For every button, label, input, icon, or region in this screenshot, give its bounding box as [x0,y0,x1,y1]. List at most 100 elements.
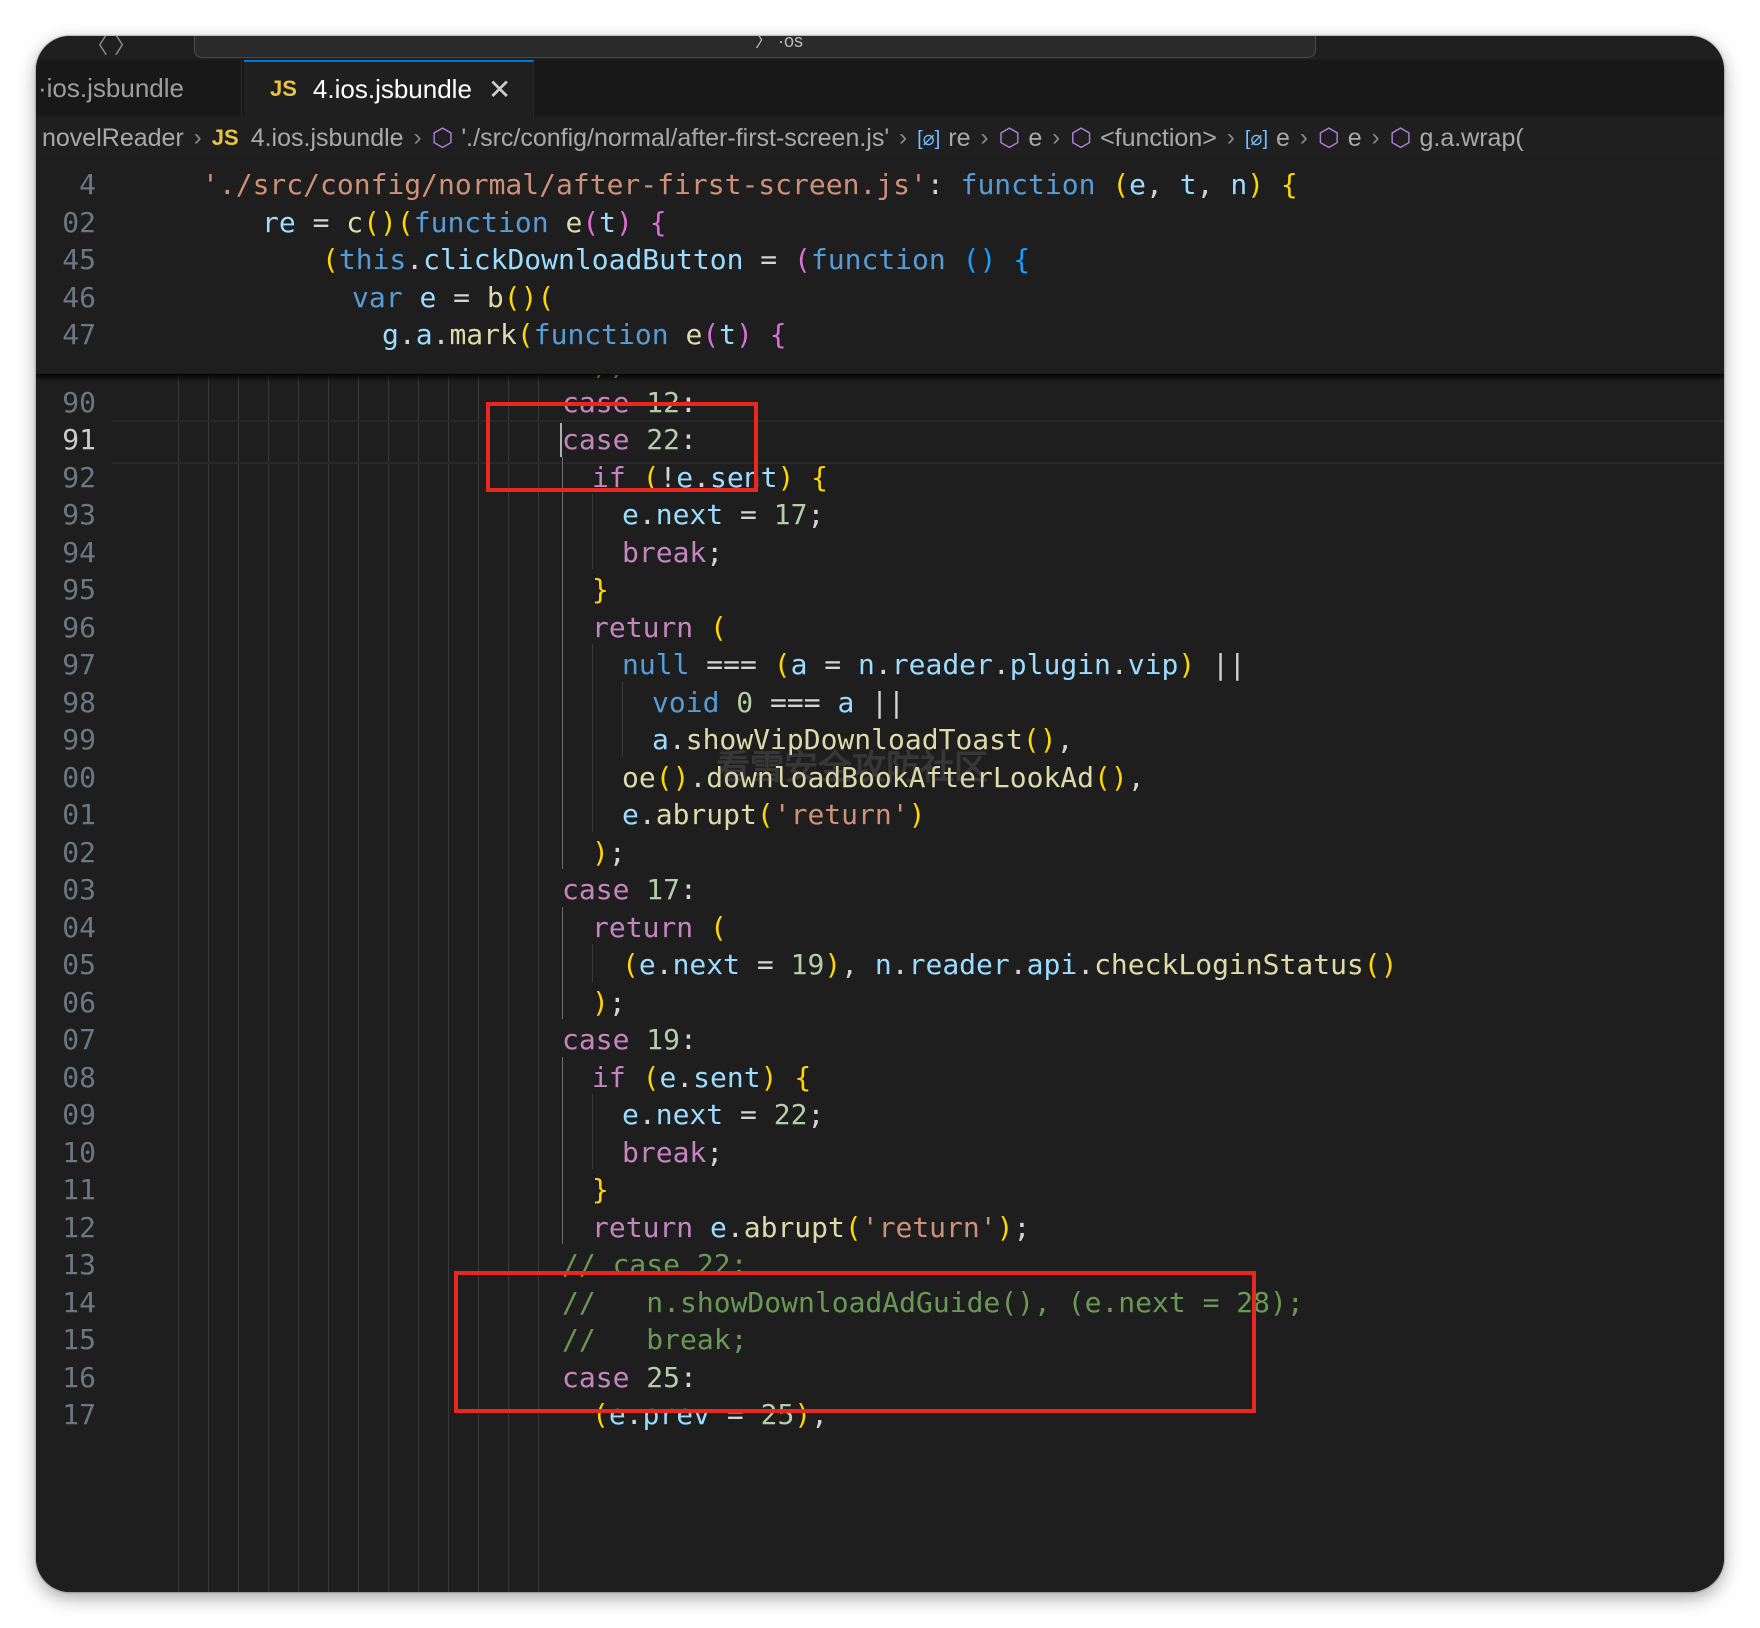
code-text: return e.abrupt('return'); [592,1210,1031,1244]
line-number: 03 [62,873,96,906]
chevron-right-icon: › [1299,124,1308,151]
js-file-icon: JS [211,125,239,150]
line-number: 10 [62,1135,96,1169]
close-icon[interactable]: ✕ [488,73,511,106]
sticky-line[interactable]: 46 var e = b()( [36,277,1724,319]
breadcrumb-item-symbol[interactable]: e [1028,124,1042,153]
code-text: } [592,1173,609,1206]
code-line[interactable]: 90 case 12: [36,382,1724,424]
code-text: } [592,573,609,606]
code-line[interactable]: 93 e.next = 17; [36,494,1724,536]
code-line[interactable]: 01 e.abrupt('return') [36,794,1724,836]
breadcrumb-item-variable[interactable]: re [948,124,970,153]
line-number: 11 [62,1173,96,1206]
code-text: var e = b()( [352,280,555,314]
code-line[interactable]: 94 break; [36,532,1724,574]
module-icon: ⬡ [1317,124,1340,152]
line-number: 15 [62,1323,96,1356]
code-line[interactable]: 95} [36,569,1724,611]
code-line[interactable]: 98 void 0 === a || [36,682,1724,724]
code-text: return ( [592,610,727,644]
code-text: if (e.sent) { [592,1060,812,1094]
line-number: 13 [62,1248,96,1281]
code-line[interactable]: 96 return ( [36,607,1724,649]
code-line[interactable]: 02); [36,832,1724,874]
watermark: 看雪安全攻防社区 [716,749,988,787]
sticky-scroll[interactable]: 4 './src/config/normal/after-first-screen… [36,160,1724,375]
module-icon: ⬡ [1070,124,1093,152]
highlight-box-case-22 [486,402,758,492]
block-indent-guide [562,906,563,1019]
breadcrumb-item-symbol[interactable]: e [1348,124,1362,153]
breadcrumb: novelReader › JS 4.ios.jsbundle › ⬡ './s… [36,116,1724,160]
line-number: 01 [62,798,96,831]
line-number: 04 [62,910,96,944]
line-number: 12 [62,1210,96,1244]
line-number: 17 [62,1398,96,1431]
module-icon: ⬡ [431,124,454,152]
line-number: 02 [62,205,96,239]
tab-bar: ·ios.jsbundle JS 4.ios.jsbundle ✕ [36,60,1724,117]
block-indent-guide [592,944,593,982]
sticky-line[interactable]: 4 './src/config/normal/after-first-screen… [36,164,1724,206]
tab-4-ios-jsbundle[interactable]: JS 4.ios.jsbundle ✕ [244,60,534,116]
line-number: 97 [62,648,96,681]
breadcrumb-item-module[interactable]: './src/config/normal/after-first-screen.… [461,124,889,153]
line-number: 05 [62,948,96,981]
code-line[interactable]: 91 case 22: [36,419,1724,461]
code-text: break; [622,1135,724,1169]
command-center-text: 〉 ·os [755,36,804,51]
line-number: 08 [62,1060,96,1094]
code-line[interactable]: 08 if (e.sent) { [36,1057,1724,1099]
code-line[interactable]: 12 return e.abrupt('return'); [36,1207,1724,1249]
block-indent-guide [592,494,593,569]
breadcrumb-item-symbol[interactable]: g.a.wrap( [1419,124,1523,153]
nav-arrows[interactable]: 〈 〉 [86,36,136,60]
line-number: 16 [62,1360,96,1394]
breadcrumb-item-function[interactable]: <function> [1100,124,1217,153]
code-line[interactable]: 11} [36,1169,1724,1211]
line-number: 93 [62,498,96,531]
line-number: 92 [62,460,96,494]
tab-label: 4.ios.jsbundle [312,73,472,104]
breadcrumb-item-file[interactable]: 4.ios.jsbundle [251,124,404,153]
code-line[interactable]: 03 case 17: [36,869,1724,911]
code-text: void 0 === a || [652,685,905,719]
sticky-line[interactable]: 47 g.a.mark(function e(t) { [36,314,1724,356]
line-number: 94 [62,535,96,569]
chevron-right-icon: › [1052,124,1061,151]
line-number: 14 [62,1285,96,1319]
breadcrumb-item-variable[interactable]: e [1276,124,1290,153]
code-line[interactable]: 92 if (!e.sent) { [36,457,1724,499]
breadcrumb-item-folder[interactable]: novelReader [42,124,184,153]
code-text: ); [592,835,626,869]
code-line[interactable]: 09 e.next = 22; [36,1094,1724,1136]
code-line[interactable]: 05 (e.next = 19), n.reader.api.checkLogin… [36,944,1724,986]
block-indent-guide [592,1094,593,1169]
editor-window: 〈 〉 〉 ·os ·ios.jsbundle JS 4.ios.jsbundl… [36,36,1724,1592]
line-number: 91 [62,423,96,456]
tab-ios-jsbundle[interactable]: ·ios.jsbundle [36,60,242,116]
sticky-line[interactable]: 02 re = c()(function e(t) { [36,202,1724,244]
block-indent-guide [562,1056,563,1244]
code-line[interactable]: 06); [36,982,1724,1024]
code-line[interactable]: 10 break; [36,1132,1724,1174]
sticky-line[interactable]: 45 (this.clickDownloadButton = (function … [36,239,1724,281]
code-line[interactable]: 97 null === (a = n.reader.plugin.vip) || [36,644,1724,686]
chevron-right-icon: › [1371,124,1380,151]
line-number: 46 [62,280,96,314]
line-number: 00 [62,760,96,794]
code-text: return ( [592,910,727,944]
code-line[interactable]: 07 case 19: [36,1019,1724,1061]
variable-icon: [⌀] [1244,127,1268,150]
code-text: (e.next = 19), n.reader.api.checkLoginSt… [622,948,1398,981]
chevron-right-icon: › [413,124,422,151]
tab-label: ·ios.jsbundle [38,72,184,103]
line-number: 06 [62,985,96,1019]
module-icon: ⬡ [1389,124,1412,152]
line-number: 45 [62,243,96,276]
command-center[interactable]: 〉 ·os [194,36,1316,58]
module-icon: ⬡ [998,124,1021,152]
code-line[interactable]: 04 return ( [36,907,1724,949]
chevron-right-icon: › [193,124,202,151]
